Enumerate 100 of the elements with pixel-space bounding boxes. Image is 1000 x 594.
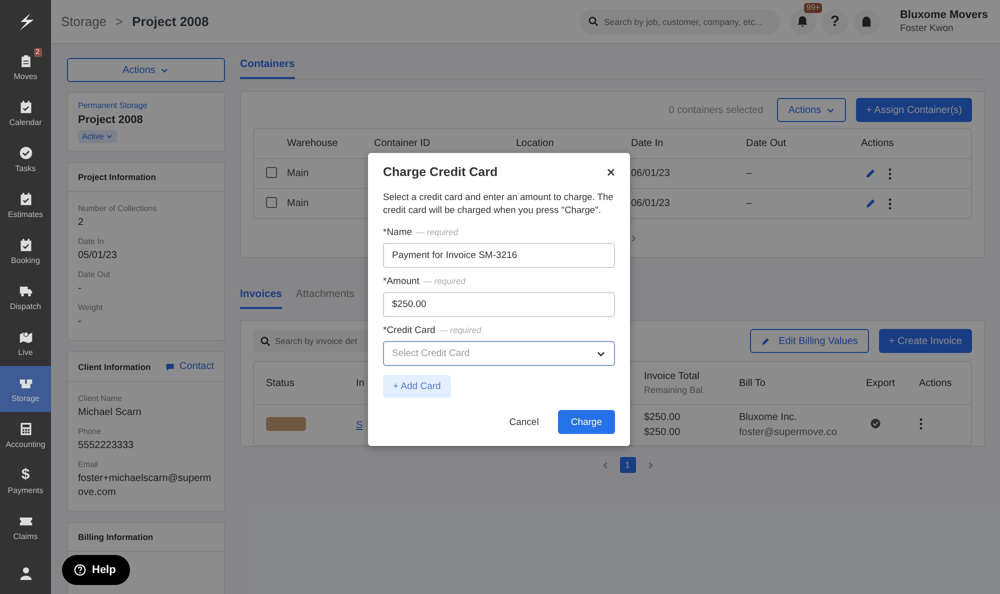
status-dropdown[interactable]: Active bbox=[78, 130, 117, 143]
next-page-icon[interactable] bbox=[629, 234, 638, 242]
nav-item[interactable]: Calendar bbox=[0, 90, 51, 136]
breadcrumb-separator: > bbox=[116, 14, 124, 29]
help-button[interactable]: ? bbox=[822, 8, 848, 34]
tab[interactable]: Attachments bbox=[296, 288, 354, 309]
table-cell-text: 06/01/23 bbox=[631, 198, 671, 209]
more-icon[interactable] bbox=[919, 418, 923, 430]
nav-item[interactable]: Booking bbox=[0, 228, 51, 274]
more-icon[interactable] bbox=[888, 198, 892, 210]
field-value: - bbox=[78, 282, 82, 296]
notifications-button[interactable] bbox=[790, 8, 816, 34]
calendar-check-icon bbox=[18, 192, 32, 206]
pencil-icon[interactable] bbox=[865, 198, 876, 209]
column-header: Bill To bbox=[739, 378, 766, 388]
column-header: Invoice Total bbox=[644, 371, 700, 382]
field-value: - bbox=[78, 315, 82, 329]
field-label: *Amount bbox=[383, 276, 420, 287]
input-field[interactable]: Payment for Invoice SM-3216 bbox=[383, 243, 615, 268]
search-icon bbox=[260, 336, 271, 346]
actions-button[interactable]: Actions bbox=[777, 98, 846, 122]
table-cell-text: Bluxome Inc. bbox=[739, 412, 798, 423]
create-invoice-button[interactable]: + Create Invoice bbox=[878, 329, 972, 353]
add-card-button[interactable]: + Add Card bbox=[383, 375, 451, 398]
dialog-description: Select a credit card and enter an amount to charge. The credit card will be charged when you press "Charge". bbox=[383, 191, 614, 217]
actions-button[interactable]: Actions bbox=[67, 58, 225, 82]
tab[interactable]: Invoices bbox=[240, 288, 282, 309]
field-label: Date In bbox=[78, 237, 105, 246]
nav-item[interactable]: Tasks bbox=[0, 136, 51, 182]
charge-button[interactable]: Charge bbox=[558, 410, 615, 434]
section-title: Client Information bbox=[78, 362, 151, 372]
dialog-title: Charge Credit Card bbox=[383, 165, 498, 179]
section-title: Project Information bbox=[78, 172, 156, 182]
edit-billing-button[interactable]: Edit Billing Values bbox=[750, 329, 869, 353]
field-label: Date Out bbox=[78, 270, 112, 279]
table-cell-text: – bbox=[746, 198, 753, 209]
field-label: Number of Collections bbox=[78, 204, 158, 213]
row-checkbox[interactable] bbox=[266, 166, 277, 178]
credit-card-dropdown[interactable]: Select Credit Card bbox=[383, 341, 615, 366]
field-hint: — required bbox=[423, 276, 466, 287]
nav-item[interactable]: Claims bbox=[0, 504, 51, 550]
table-cell-text: $250.00 bbox=[644, 412, 682, 423]
chat-icon bbox=[164, 362, 175, 372]
field-label: Weight bbox=[78, 303, 104, 312]
column-header: Warehouse bbox=[287, 138, 339, 149]
breadcrumb-link[interactable]: Storage bbox=[61, 14, 107, 29]
invoice-link[interactable]: S bbox=[356, 420, 363, 430]
search-field[interactable]: Search by job, customer, company, etc... bbox=[580, 8, 780, 34]
field-value: 05/01/23 bbox=[78, 249, 118, 263]
field-value: 2 bbox=[78, 216, 85, 230]
clipboard-icon bbox=[18, 54, 32, 68]
column-subheader: Remaining Bal. bbox=[644, 385, 706, 395]
row-checkbox[interactable] bbox=[266, 196, 277, 208]
field-label: *Name bbox=[383, 227, 412, 238]
table-cell-text: foster@supermove.co bbox=[739, 427, 838, 438]
column-header: Actions bbox=[861, 138, 895, 149]
assign-container-button[interactable]: + Assign Container(s) bbox=[856, 98, 972, 122]
page-title: Project 2008 bbox=[132, 14, 209, 29]
tab[interactable]: Containers bbox=[240, 58, 295, 79]
account-button[interactable] bbox=[854, 8, 880, 34]
pencil-icon[interactable] bbox=[865, 168, 876, 179]
nav-item[interactable]: Dispatch bbox=[0, 274, 51, 320]
nav-item[interactable]: Accounting bbox=[0, 412, 51, 458]
person-icon bbox=[18, 566, 32, 580]
nav-item[interactable]: Estimates bbox=[0, 182, 51, 228]
ghost-icon bbox=[860, 15, 874, 28]
input-field[interactable]: $250.00 bbox=[383, 292, 615, 317]
check-circle-icon bbox=[18, 146, 32, 160]
contact-link[interactable]: Contact bbox=[164, 361, 214, 372]
more-icon[interactable] bbox=[888, 168, 892, 180]
notification-badge: 99+ bbox=[804, 2, 822, 12]
column-header: Export bbox=[866, 378, 895, 388]
field-label: Phone bbox=[78, 427, 102, 436]
search-icon bbox=[588, 16, 599, 27]
dollar-icon: $ bbox=[21, 468, 30, 482]
column-header: Date In bbox=[631, 138, 664, 149]
truck-icon bbox=[18, 284, 32, 298]
caret-icon bbox=[106, 133, 113, 140]
help-button[interactable]: Help bbox=[62, 555, 130, 585]
nav-item[interactable]: $ Payments bbox=[0, 458, 51, 504]
field-value: Michael Scarn bbox=[78, 406, 142, 420]
nav-item[interactable]: Live bbox=[0, 320, 51, 366]
section-title: Billing Information bbox=[78, 532, 154, 542]
column-header: Date Out bbox=[746, 138, 788, 149]
page-button[interactable]: 1 bbox=[620, 457, 636, 473]
close-button[interactable]: × bbox=[606, 166, 615, 178]
question-icon bbox=[74, 564, 86, 576]
table-cell-text: Main bbox=[287, 198, 310, 209]
field-hint: — required bbox=[439, 325, 482, 336]
cancel-button[interactable]: Cancel bbox=[503, 410, 545, 434]
calendar-check-icon bbox=[18, 238, 32, 252]
table-cell-text: $250.00 bbox=[644, 427, 682, 438]
field-label: Client Name bbox=[78, 394, 124, 403]
user-name: Foster Kwon bbox=[900, 23, 954, 34]
field-value: 5552223333 bbox=[78, 439, 135, 453]
nav-item[interactable]: Storage bbox=[0, 366, 51, 412]
selection-count: 0 containers selected bbox=[668, 104, 764, 116]
calculator-icon bbox=[18, 422, 32, 436]
field-hint: — required bbox=[416, 227, 458, 238]
table-cell-text: 06/01/23 bbox=[631, 168, 671, 179]
